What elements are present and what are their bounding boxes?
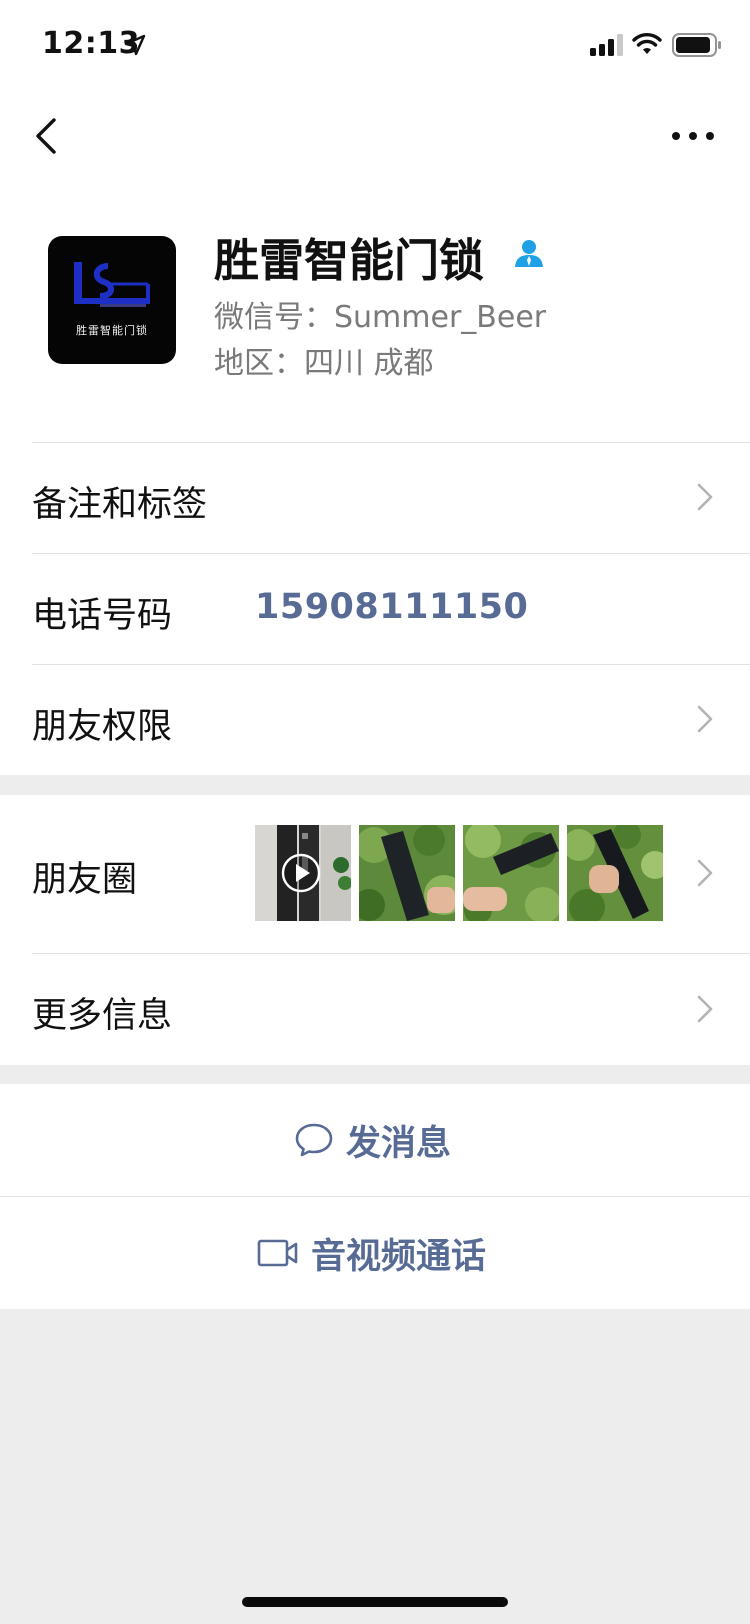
friend-permissions-label: 朋友权限 xyxy=(32,707,173,747)
remark-tags-label: 备注和标签 xyxy=(32,485,208,525)
send-message-label: 发消息 xyxy=(346,1123,452,1164)
divider xyxy=(32,664,750,665)
remark-tags-row[interactable]: 备注和标签 xyxy=(0,442,750,553)
more-button[interactable] xyxy=(668,116,718,156)
divider xyxy=(32,953,750,954)
status-bar: 12:13 xyxy=(0,0,750,90)
nav-bar xyxy=(0,90,750,180)
moments-label: 朋友圈 xyxy=(32,860,138,900)
phone-label: 电话号码 xyxy=(32,596,173,636)
friend-permissions-row[interactable]: 朋友权限 xyxy=(0,664,750,775)
avatar-logo-text: 胜雷智能门锁 xyxy=(76,324,148,337)
divider xyxy=(32,442,750,443)
phone-number[interactable]: 15908111150 xyxy=(255,587,528,627)
wechat-id: 微信号：Summer_Beer xyxy=(214,300,547,335)
chevron-right-icon xyxy=(697,995,713,1023)
chevron-right-icon xyxy=(697,483,713,511)
moments-row[interactable]: 朋友圈 xyxy=(0,795,750,953)
person-icon xyxy=(515,240,543,267)
send-message-button[interactable]: 发消息 xyxy=(0,1084,750,1196)
chat-bubble-icon xyxy=(295,1123,333,1157)
chevron-left-icon xyxy=(36,118,56,154)
wifi-icon xyxy=(632,33,662,54)
avatar[interactable]: 胜雷智能门锁 xyxy=(48,236,176,364)
moments-section: 朋友圈 更多信息 xyxy=(0,795,750,1065)
video-call-button[interactable]: 音视频通话 xyxy=(0,1196,750,1309)
phone-row[interactable]: 电话号码 15908111150 xyxy=(0,553,750,664)
profile-name: 胜雷智能门锁 xyxy=(214,234,485,287)
moments-thumb xyxy=(567,825,663,921)
video-call-label: 音视频通话 xyxy=(311,1236,487,1277)
contact-info-section: 备注和标签 电话号码 15908111150 朋友权限 xyxy=(0,442,750,775)
divider xyxy=(32,553,750,554)
signal-icon xyxy=(590,34,623,56)
battery-icon xyxy=(672,33,721,57)
location-arrow-icon xyxy=(124,34,146,56)
more-info-row[interactable]: 更多信息 xyxy=(0,953,750,1065)
moments-thumb xyxy=(463,825,559,921)
more-dots-icon xyxy=(672,132,714,140)
back-button[interactable] xyxy=(24,108,74,164)
video-camera-icon xyxy=(257,1239,298,1267)
avatar-logo-mark xyxy=(74,262,150,307)
region: 地区：四川 成都 xyxy=(214,346,434,381)
send-message-inner: 发消息 xyxy=(294,1084,451,1196)
chevron-right-icon xyxy=(697,705,713,733)
home-indicator[interactable] xyxy=(242,1597,508,1607)
more-info-label: 更多信息 xyxy=(32,996,173,1036)
moments-thumb-video xyxy=(255,825,351,921)
chevron-right-icon xyxy=(697,859,713,887)
moments-thumb xyxy=(359,825,455,921)
profile-header: 胜雷智能门锁 胜雷智能门锁 微信号：Summer_Beer 地区：四川 成都 xyxy=(0,180,750,442)
video-call-inner: 音视频通话 xyxy=(257,1197,486,1309)
